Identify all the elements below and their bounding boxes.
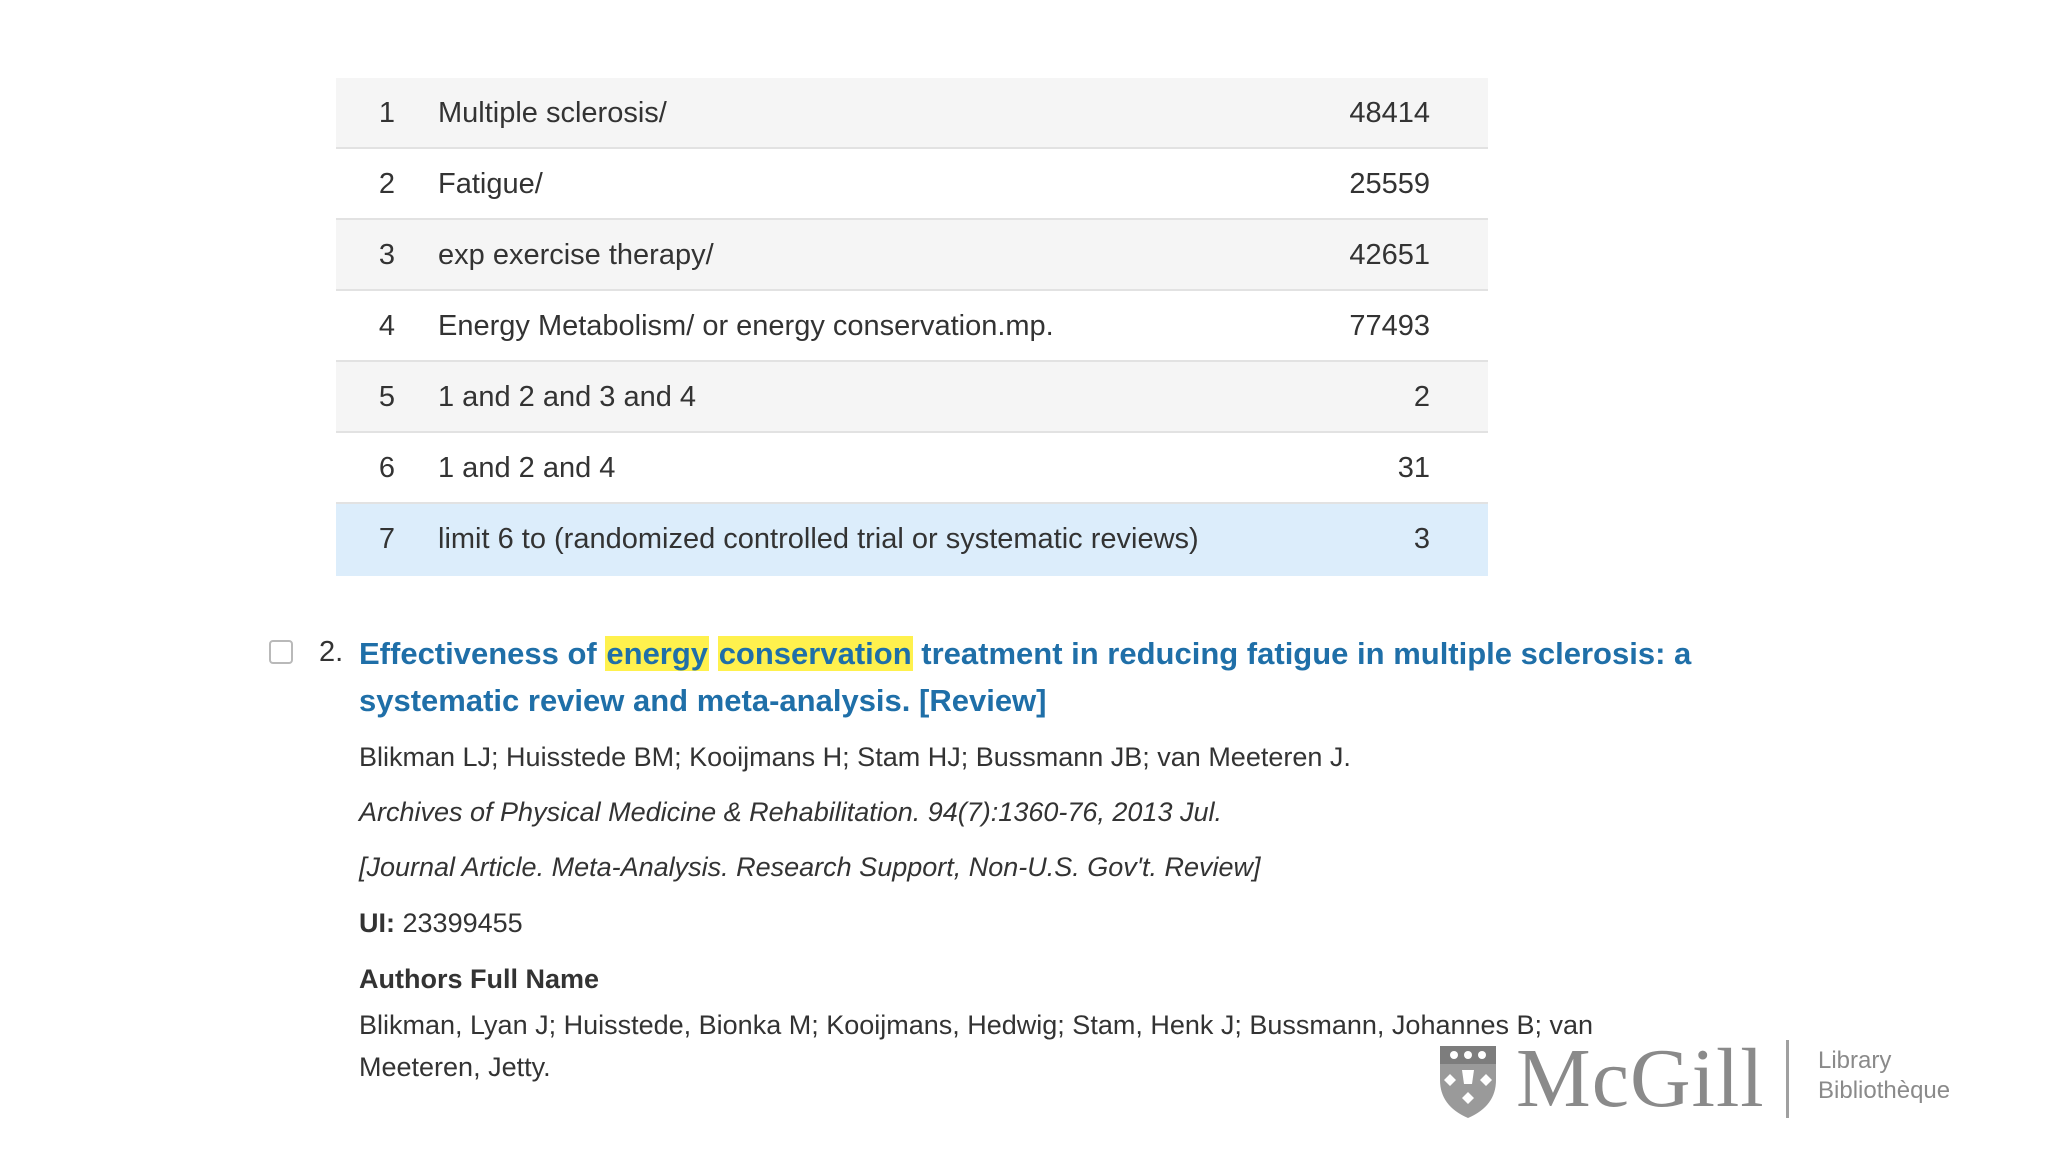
title-text: Effectiveness of [359, 636, 597, 671]
record-authors: Blikman LJ; Huisstede BM; Kooijmans H; S… [359, 742, 1351, 772]
row-results-count[interactable]: 77493 [1349, 291, 1430, 362]
library-line-fr: Bibliothèque [1818, 1077, 1951, 1104]
mcgill-crest-icon [1440, 1046, 1496, 1118]
row-number: 1 [378, 97, 396, 129]
row-results-count[interactable]: 2 [1414, 362, 1430, 433]
row-query: Fatigue/ [438, 168, 543, 200]
select-record-checkbox[interactable] [269, 640, 293, 664]
mcgill-library-logo: McGill Library Bibliothèque [1436, 1032, 1956, 1125]
record-title-link[interactable]: Effectiveness of energy conservation tre… [359, 630, 1719, 724]
ui-value: 23399455 [402, 908, 523, 938]
row-query: 1 and 2 and 3 and 4 [438, 381, 697, 413]
history-row[interactable]: 4 Energy Metabolism/ or energy conservat… [336, 291, 1488, 362]
highlighted-term: conservation [717, 636, 913, 671]
history-row[interactable]: 2 Fatigue/ 25559 [336, 149, 1488, 220]
row-number: 2 [378, 168, 396, 200]
row-number: 4 [378, 310, 396, 342]
row-query: Energy Metabolism/ or energy conservatio… [438, 310, 1054, 342]
authors-full-name-label: Authors Full Name [359, 964, 600, 994]
row-results-count[interactable]: 25559 [1349, 149, 1430, 220]
row-number: 7 [378, 523, 396, 555]
logo-divider [1786, 1040, 1789, 1118]
row-number: 5 [378, 381, 396, 413]
ui-label: UI: [359, 908, 395, 938]
mcgill-wordmark: McGill [1516, 1032, 1765, 1125]
record-ui: UI: 23399455 [359, 908, 523, 939]
row-query: Multiple sclerosis/ [438, 97, 667, 129]
row-query: exp exercise therapy/ [438, 239, 714, 271]
history-row[interactable]: 5 1 and 2 and 3 and 4 2 [336, 362, 1488, 433]
row-query: limit 6 to (randomized controlled trial … [438, 523, 1199, 555]
record-source: Archives of Physical Medicine & Rehabili… [359, 797, 1222, 827]
row-number: 3 [378, 239, 396, 271]
row-results-count[interactable]: 48414 [1349, 78, 1430, 149]
history-row[interactable]: 3 exp exercise therapy/ 42651 [336, 220, 1488, 291]
history-row[interactable]: 1 Multiple sclerosis/ 48414 [336, 78, 1488, 149]
library-line-en: Library [1818, 1047, 1892, 1074]
row-results-count[interactable]: 3 [1414, 504, 1430, 575]
row-results-count[interactable]: 31 [1398, 433, 1430, 504]
record-number: 2. [319, 636, 344, 668]
record-publication-type: [Journal Article. Meta-Analysis. Researc… [359, 852, 1261, 882]
highlighted-term: energy [605, 636, 710, 671]
search-history-table: 1 Multiple sclerosis/ 48414 2 Fatigue/ 2… [336, 78, 1488, 576]
library-label: Library Bibliothèque [1818, 1046, 1950, 1106]
row-query: 1 and 2 and 4 [438, 452, 616, 484]
row-results-count[interactable]: 42651 [1349, 220, 1430, 291]
history-row-selected[interactable]: 7 limit 6 to (randomized controlled tria… [336, 504, 1488, 576]
history-row[interactable]: 6 1 and 2 and 4 31 [336, 433, 1488, 504]
row-number: 6 [378, 452, 396, 484]
